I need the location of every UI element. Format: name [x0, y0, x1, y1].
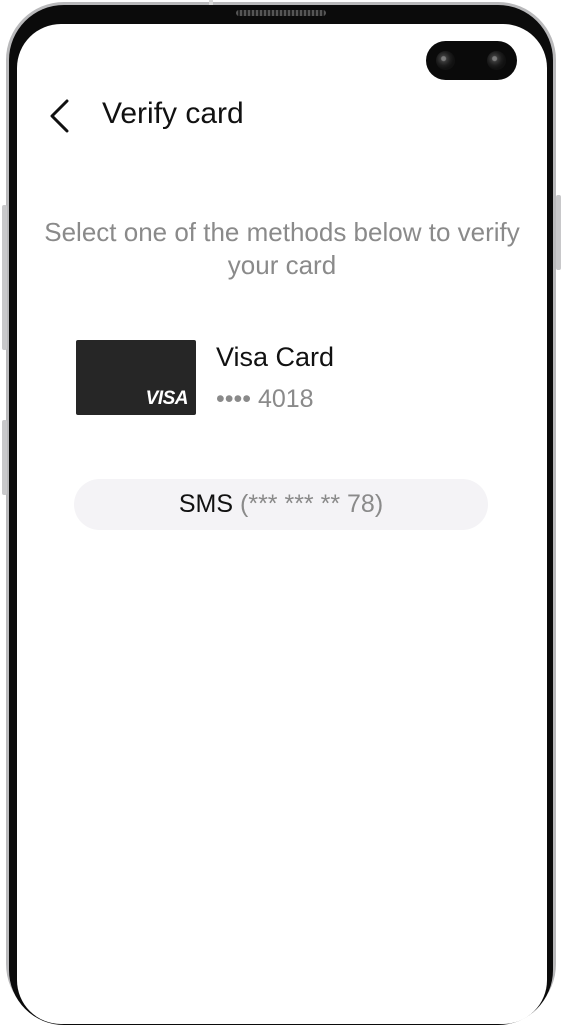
bixby-button [2, 420, 7, 495]
method-masked-phone: (*** *** ** 78) [240, 490, 384, 518]
front-camera-cutout [426, 41, 517, 80]
phone-device: Verify card Select one of the methods be… [0, 0, 562, 1025]
instruction-text: Select one of the methods below to verif… [44, 217, 520, 280]
volume-button [2, 205, 7, 350]
card-name: Visa Card [216, 342, 335, 372]
chevron-left-icon [50, 99, 69, 133]
card-number: •••• 4018 [216, 385, 314, 413]
camera-lens-icon [487, 51, 506, 70]
card-image: VISA [76, 340, 196, 415]
visa-logo: VISA [145, 388, 189, 409]
earpiece-speaker [236, 10, 326, 16]
frame-notch [209, 0, 213, 5]
page-title: Verify card [102, 97, 244, 130]
sms-verification-button[interactable]: SMS (*** *** ** 78) [74, 479, 488, 530]
method-label: SMS [178, 490, 234, 518]
power-button [556, 195, 561, 270]
camera-lens-icon [436, 51, 455, 70]
back-button[interactable] [38, 94, 82, 138]
